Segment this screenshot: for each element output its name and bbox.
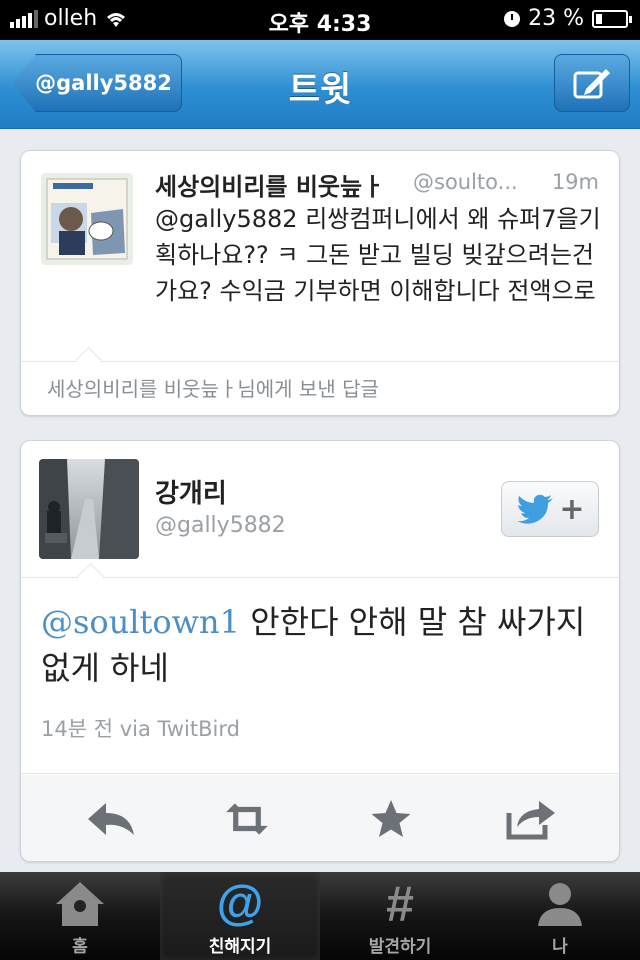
plus-icon: + [559, 491, 585, 527]
tweet-meta: 14분 전 via TwitBird [41, 717, 240, 741]
tab-me[interactable]: 나 [480, 872, 640, 960]
alarm-icon [504, 10, 521, 27]
compose-icon [573, 69, 610, 99]
battery-group: 23 % [504, 6, 632, 31]
author-name: 강개리 [155, 479, 227, 509]
tab-label: 친해지기 [208, 937, 272, 957]
retweet-button[interactable] [221, 797, 273, 841]
reply-author-name: 세상의비리를 비웃늪ㅏ [155, 173, 385, 201]
reply-tweet-text: @gally5882 리쌍컴퍼니에서 왜 슈퍼7을기획하나요?? ㅋ 그돈 받고… [155, 205, 601, 305]
compose-button[interactable] [554, 54, 630, 112]
person-icon [530, 878, 590, 930]
bird-icon [517, 494, 554, 524]
navigation-bar: @gally5882 트윗 [0, 40, 640, 129]
share-icon [506, 801, 555, 840]
home-icon [50, 878, 110, 930]
page-title: 트윗 [288, 70, 352, 110]
tab-label: 나 [552, 937, 568, 957]
tab-bar: 홈 @ 친해지기 # 발견하기 나 [0, 872, 640, 960]
reply-timestamp: 19m [551, 170, 599, 194]
battery-icon [592, 9, 632, 28]
tweet-detail-card: 강개리 @gally5882 + @soultown1 안한다 안해 말 참 싸… [20, 440, 620, 862]
reply-author-handle: @soulto... [413, 170, 518, 194]
battery-percent: 23 % [528, 6, 584, 31]
tab-connect[interactable]: @ 친해지기 [160, 872, 320, 960]
retweet-icon [226, 803, 268, 835]
in-reply-to-card[interactable]: 세상의비리를 비웃늪ㅏ @soulto... 19m @gally5882 리쌍… [20, 150, 620, 416]
tab-home[interactable]: 홈 [0, 872, 160, 960]
reply-button[interactable] [85, 797, 137, 841]
hash-icon: # [386, 876, 414, 932]
divider [21, 773, 619, 774]
divider [21, 361, 619, 362]
follow-button[interactable]: + [501, 481, 599, 537]
favorite-button[interactable] [365, 797, 417, 841]
tweet-action-bar [21, 775, 619, 861]
divider-notch [77, 563, 104, 590]
share-button[interactable] [505, 797, 557, 841]
tweet-text: @soultown1 안한다 안해 말 참 싸가지 없게 하네 [41, 599, 601, 691]
battery-fill [596, 13, 602, 24]
tab-label: 발견하기 [368, 937, 432, 957]
reply-context-label: 세상의비리를 비웃늪ㅏ님에게 보낸 답글 [47, 377, 379, 401]
mention-link[interactable]: @soultown1 [41, 603, 240, 641]
author-handle: @gally5882 [155, 513, 286, 538]
at-icon: @ [216, 877, 264, 930]
reply-icon [88, 803, 134, 835]
author-avatar[interactable] [39, 459, 139, 559]
divider-notch [75, 347, 102, 374]
status-bar: olleh 오후 4:33 23 % [0, 0, 640, 40]
star-icon [371, 800, 411, 837]
divider [21, 577, 619, 578]
reply-author-avatar[interactable] [41, 173, 133, 265]
tab-discover[interactable]: # 발견하기 [320, 872, 480, 960]
tab-label: 홈 [72, 937, 88, 957]
